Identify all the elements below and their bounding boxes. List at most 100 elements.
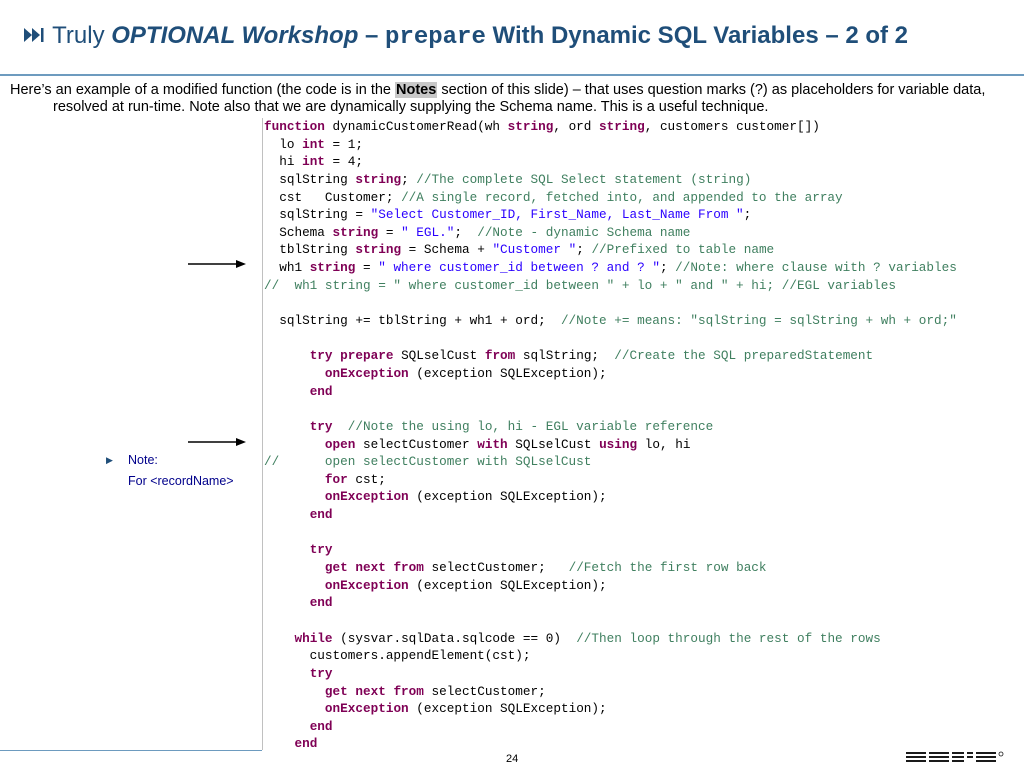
code-keyword: try bbox=[309, 665, 333, 681]
code-line: try bbox=[263, 665, 1024, 683]
code-keyword: using bbox=[599, 436, 638, 452]
footer-divider bbox=[0, 750, 262, 751]
code-line: try //Note the using lo, hi - EGL variab… bbox=[263, 418, 1024, 436]
code-text: cst Customer; bbox=[264, 189, 402, 205]
code-listing: function dynamicCustomerRead(wh string, … bbox=[262, 118, 1024, 750]
code-text: tblString bbox=[264, 242, 356, 258]
code-comment: //A single record, fetched into, and app… bbox=[401, 189, 843, 205]
code-keyword: string bbox=[599, 119, 645, 134]
company-logo bbox=[906, 751, 1004, 762]
code-line: get next from selectCustomer; bbox=[263, 683, 1024, 701]
code-keyword: end bbox=[294, 736, 318, 750]
code-text: sqlString bbox=[264, 171, 356, 187]
code-keyword: string bbox=[332, 224, 379, 240]
title-dash: – bbox=[358, 22, 386, 49]
intro-notes-highlight: Notes bbox=[395, 82, 438, 98]
code-keyword: onException bbox=[324, 701, 409, 717]
code-keyword: with bbox=[477, 436, 508, 452]
code-keyword: open bbox=[324, 436, 356, 452]
code-line: cst Customer; //A single record, fetched… bbox=[263, 189, 1024, 207]
code-keyword: onException bbox=[324, 365, 409, 381]
arrow-right-icon bbox=[188, 260, 246, 268]
code-comment: //Prefixed to table name bbox=[591, 242, 775, 258]
code-text: = Schema + bbox=[401, 242, 493, 258]
code-keyword: try prepare bbox=[309, 348, 394, 364]
code-text: = bbox=[355, 260, 379, 276]
code-text: Schema bbox=[264, 224, 333, 240]
code-line: onException (exception SQLException); bbox=[263, 488, 1024, 506]
code-line: onException (exception SQLException); bbox=[263, 700, 1024, 718]
code-text: lo bbox=[264, 136, 303, 152]
code-text: selectCustomer; bbox=[423, 683, 546, 699]
code-keyword: int bbox=[302, 154, 325, 170]
code-comment: //Create the SQL preparedStatement bbox=[614, 348, 874, 364]
code-comment: //Note - dynamic Schema name bbox=[477, 224, 691, 240]
code-text: (exception SQLException); bbox=[408, 577, 607, 593]
code-text: (sysvar.sqlData.sqlcode == 0) bbox=[332, 630, 577, 646]
code-text: , customers customer[]) bbox=[644, 119, 820, 134]
code-text: = 4; bbox=[324, 154, 363, 170]
code-keyword: get next from bbox=[324, 683, 424, 699]
code-text: ; bbox=[659, 260, 676, 276]
code-keyword: get next from bbox=[324, 560, 424, 576]
code-text: , ord bbox=[553, 119, 600, 134]
code-line: tblString string = Schema + "Customer ";… bbox=[263, 241, 1024, 259]
code-text: selectCustomer; bbox=[423, 560, 569, 576]
code-comment: //Then loop through the rest of the rows bbox=[576, 630, 881, 646]
code-keyword: end bbox=[309, 383, 333, 399]
note-text: For <recordName> bbox=[128, 474, 234, 488]
code-line: end bbox=[263, 594, 1024, 612]
code-line: end bbox=[263, 383, 1024, 401]
code-string: " EGL." bbox=[401, 224, 455, 240]
code-string: " where customer_id between ? and ? " bbox=[378, 260, 660, 276]
code-line: // wh1 string = " where customer_id betw… bbox=[263, 277, 1024, 295]
code-text: sqlString = bbox=[264, 207, 371, 223]
code-keyword: string bbox=[355, 242, 402, 258]
code-text: (exception SQLException); bbox=[408, 365, 607, 381]
code-line: for cst; bbox=[263, 471, 1024, 489]
code-line: customers.appendElement(cst); bbox=[263, 647, 1024, 665]
code-line: end bbox=[263, 506, 1024, 524]
code-text: ; bbox=[576, 242, 592, 258]
code-text: (exception SQLException); bbox=[408, 489, 607, 505]
code-text: ; bbox=[454, 224, 478, 240]
code-line: lo int = 1; bbox=[263, 136, 1024, 154]
code-keyword: onException bbox=[324, 489, 409, 505]
code-line: get next from selectCustomer; //Fetch th… bbox=[263, 559, 1024, 577]
code-text: SQLselCust bbox=[393, 348, 485, 364]
code-string: "Customer " bbox=[492, 242, 577, 258]
code-line: open selectCustomer with SQLselCust usin… bbox=[263, 436, 1024, 454]
code-line: sqlString += tblString + wh1 + ord; //No… bbox=[263, 312, 1024, 330]
title-keyword: prepare bbox=[385, 24, 486, 51]
code-text: wh1 bbox=[264, 260, 310, 276]
code-keyword: function bbox=[264, 119, 325, 134]
code-text: SQLselCust bbox=[507, 436, 600, 452]
code-line: try bbox=[263, 541, 1024, 559]
code-line: onException (exception SQLException); bbox=[263, 365, 1024, 383]
code-text: (exception SQLException); bbox=[408, 701, 607, 717]
code-line: wh1 string = " where customer_id between… bbox=[263, 259, 1024, 277]
code-keyword: end bbox=[309, 718, 333, 734]
code-comment: // open selectCustomer with SQLselCust bbox=[264, 454, 592, 470]
code-line: end bbox=[263, 735, 1024, 750]
code-line: while (sysvar.sqlData.sqlcode == 0) //Th… bbox=[263, 630, 1024, 648]
code-comment: //Note the using lo, hi - EGL variable r… bbox=[347, 418, 714, 434]
code-keyword: try bbox=[309, 418, 333, 434]
code-keyword: onException bbox=[324, 577, 409, 593]
code-keyword: string bbox=[355, 171, 402, 187]
